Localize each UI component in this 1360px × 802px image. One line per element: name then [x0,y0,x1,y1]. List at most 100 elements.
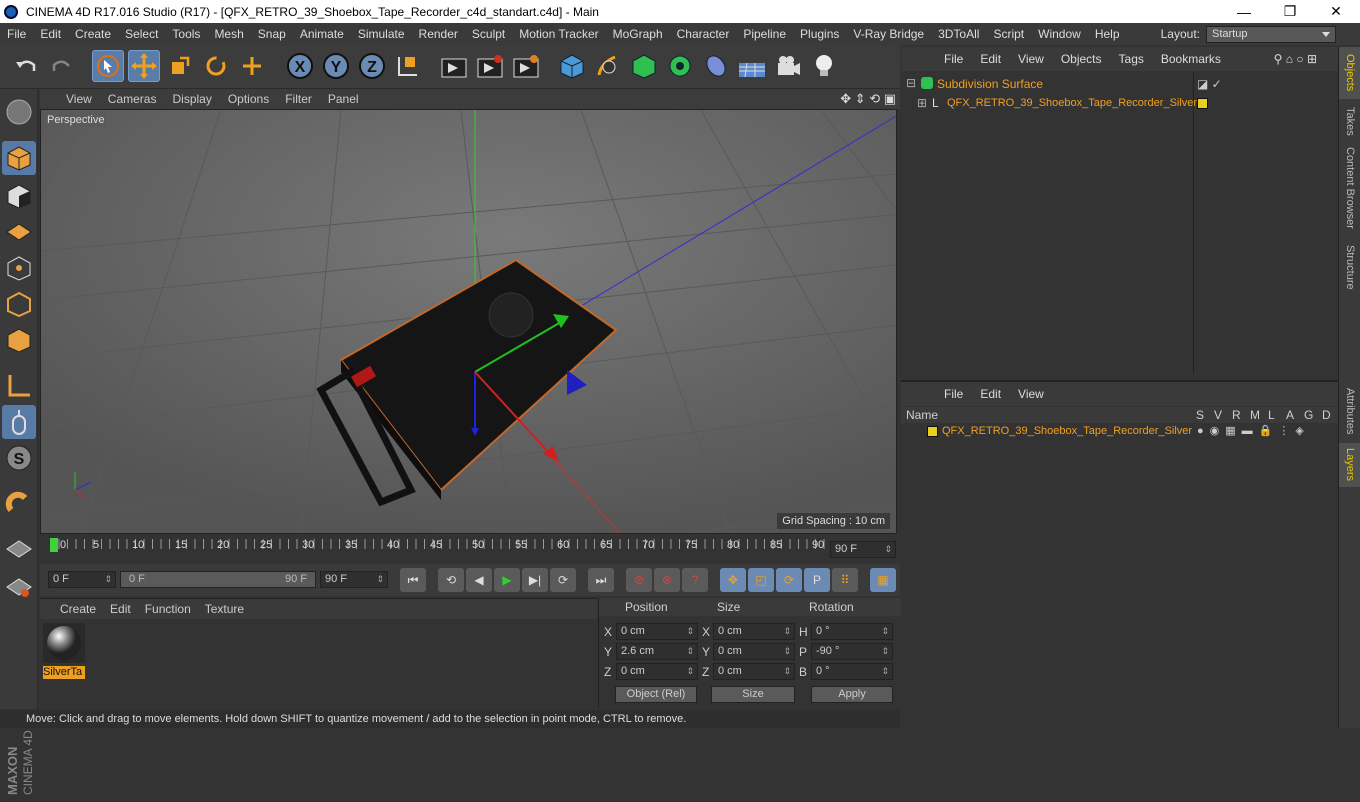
menu-animate[interactable]: Animate [293,27,351,41]
tab-layers[interactable]: Layers [1339,443,1360,487]
render-to-picture-viewer-icon[interactable] [474,50,506,82]
rotate-tool-icon[interactable] [200,50,232,82]
x-axis-lock-icon[interactable]: X [284,50,316,82]
size-z-field[interactable]: 0 cm [713,663,795,680]
points-mode-icon[interactable] [2,251,36,285]
menu-snap[interactable]: Snap [251,27,293,41]
autokeying-icon[interactable]: ⊛ [654,568,680,592]
floor-environment-icon[interactable] [736,50,768,82]
live-selection-icon[interactable] [92,50,124,82]
close-button[interactable]: ✕ [1313,0,1359,23]
playhead-marker[interactable] [50,538,58,552]
menu-mograph[interactable]: MoGraph [606,27,670,41]
pen-spline-icon[interactable] [592,50,624,82]
tab-structure[interactable]: Structure [1339,237,1360,297]
menu-vray-bridge[interactable]: V-Ray Bridge [846,27,931,41]
object-name[interactable]: Subdivision Surface [937,77,1043,91]
menu-file[interactable]: File [0,27,33,41]
size-x-field[interactable]: 0 cm [713,623,795,640]
objects-menu-objects[interactable]: Objects [1061,52,1102,66]
cube-primitive-icon[interactable] [556,50,588,82]
maximize-button[interactable]: ❐ [1267,0,1313,23]
polygons-mode-icon[interactable] [2,323,36,357]
viewport-menu-cameras[interactable]: Cameras [100,92,165,106]
current-frame-field[interactable]: 90 F [830,541,896,558]
tab-attributes[interactable]: Attributes [1339,381,1360,441]
perspective-viewport[interactable]: Perspective Grid Spacing : 10 cm [40,109,897,534]
rotation-h-field[interactable]: 0 ° [811,623,893,640]
end-frame-field[interactable]: 90 F [320,571,388,588]
record-point-level-icon[interactable]: ⠿ [832,568,858,592]
menu-edit[interactable]: Edit [33,27,68,41]
cloner-icon[interactable] [664,50,696,82]
go-to-start-button[interactable]: ⏮ [400,568,426,592]
play-button[interactable]: ▶ [494,568,520,592]
workplane-mode-icon[interactable] [2,215,36,249]
magnet-icon[interactable] [2,487,36,521]
render-view-icon[interactable] [438,50,470,82]
go-to-end-button[interactable]: ⏭ [588,568,614,592]
tab-content-browser[interactable]: Content Browser [1339,143,1360,233]
light-icon[interactable] [808,50,840,82]
z-axis-lock-icon[interactable]: Z [356,50,388,82]
next-frame-button[interactable]: ▶| [522,568,548,592]
edges-mode-icon[interactable] [2,287,36,321]
menu-help[interactable]: Help [1088,27,1127,41]
object-row[interactable]: ⊞ L QFX_RETRO_39_Shoebox_Tape_Recorder_S… [901,95,1338,113]
viewport-navigation-icons[interactable]: ✥ ⇕ ⟲ ▣ [840,91,896,107]
model-mode-icon[interactable] [2,141,36,175]
menu-tools[interactable]: Tools [165,27,207,41]
scale-tool-icon[interactable] [164,50,196,82]
viewport-menu-panel[interactable]: Panel [320,92,367,106]
menu-plugins[interactable]: Plugins [793,27,846,41]
menu-create[interactable]: Create [68,27,118,41]
layer-toggle-icons[interactable]: ●◉▦▬🔒⋮◈ [1197,424,1310,437]
object-row[interactable]: ⊟ Subdivision Surface ◪ ✓ [901,75,1338,93]
texture-mode-icon[interactable] [2,179,36,213]
position-x-field[interactable]: 0 cm [616,623,698,640]
go-to-previous-key-button[interactable]: ⟲ [438,568,464,592]
menu-motion-tracker[interactable]: Motion Tracker [512,27,605,41]
frame-range-slider[interactable]: 0 F 90 F [120,571,316,588]
start-frame-field[interactable]: 0 F [48,571,116,588]
coordinate-mode-dropdown[interactable]: Object (Rel) [615,686,697,703]
position-z-field[interactable]: 0 cm [616,663,698,680]
size-mode-dropdown[interactable]: Size [711,686,795,703]
tweak-mode-icon[interactable] [2,405,36,439]
menu-character[interactable]: Character [670,27,737,41]
layout-dropdown[interactable]: Startup [1206,25,1336,43]
record-scale-icon[interactable]: ◰ [748,568,774,592]
objects-menu-tags[interactable]: Tags [1119,52,1144,66]
snap-icon[interactable]: S [2,441,36,475]
record-rotation-icon[interactable]: ⟳ [776,568,802,592]
expand-icon[interactable]: ⊞ [917,96,927,110]
record-active-objects-icon[interactable]: ⊘ [626,568,652,592]
subdivision-generator-icon[interactable] [628,50,660,82]
undo-icon[interactable] [10,50,42,82]
deformer-icon[interactable] [700,50,732,82]
menu-script[interactable]: Script [986,27,1031,41]
menu-render[interactable]: Render [412,27,465,41]
object-search-icons[interactable]: ⚲ ⌂ ○ ⊞ [1274,52,1317,66]
material-item[interactable]: SilverTa [43,623,85,679]
layer-color-icon[interactable] [927,426,938,437]
layers-menu-view[interactable]: View [1018,387,1044,401]
expand-icon[interactable]: ⊟ [906,76,916,90]
y-axis-lock-icon[interactable]: Y [320,50,352,82]
menu-pipeline[interactable]: Pipeline [736,27,793,41]
tab-takes[interactable]: Takes [1339,101,1360,141]
enable-axis-icon[interactable] [2,369,36,403]
viewport-menu-display[interactable]: Display [164,92,219,106]
material-menu-create[interactable]: Create [60,602,96,616]
timeline-window-icon[interactable]: ▦ [870,568,896,592]
workplane-lock-icon[interactable] [2,533,36,567]
record-position-icon[interactable]: ✥ [720,568,746,592]
objects-menu-bookmarks[interactable]: Bookmarks [1161,52,1221,66]
size-y-field[interactable]: 0 cm [713,643,795,660]
position-y-field[interactable]: 2.6 cm [616,643,698,660]
recent-tools-icon[interactable] [236,50,268,82]
redo-icon[interactable] [46,50,78,82]
object-name[interactable]: QFX_RETRO_39_Shoebox_Tape_Recorder_Silve… [947,97,1197,109]
material-menu-function[interactable]: Function [145,602,191,616]
viewport-menu-view[interactable]: View [58,92,100,106]
